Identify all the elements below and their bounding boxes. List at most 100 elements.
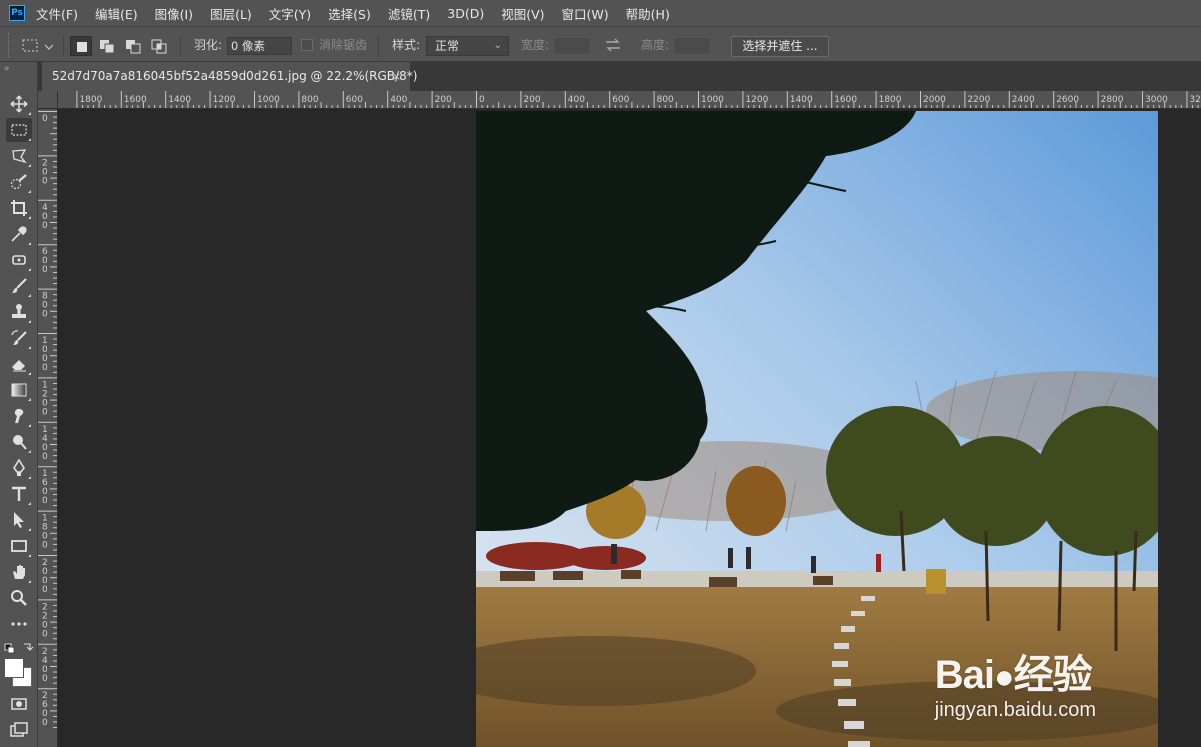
- tools-panel: »: [0, 62, 38, 747]
- ruler-label: 600: [346, 95, 363, 105]
- hand-tool-icon[interactable]: [6, 560, 32, 584]
- style-label: 样式:: [392, 38, 421, 52]
- baidu-jingyan-watermark: Bai●经验 jingyan.baidu.com: [935, 655, 1096, 723]
- pen-tool-icon[interactable]: [6, 456, 32, 480]
- quick-mask-icon[interactable]: [6, 692, 32, 716]
- park-photo: [476, 111, 1158, 747]
- menu-bar: Ps 文件(F) 编辑(E) 图像(I) 图层(L) 文字(Y) 选择(S) 滤…: [0, 0, 1201, 26]
- subtract-selection-icon: [126, 40, 141, 54]
- crop-tool-icon[interactable]: [6, 196, 32, 220]
- feather-label: 羽化:: [194, 38, 223, 52]
- ruler-label: 200: [435, 95, 452, 105]
- quick-selection-tool-icon[interactable]: [6, 170, 32, 194]
- intersect-selection-button[interactable]: [148, 36, 170, 56]
- antialias-label: 消除锯齿: [319, 38, 368, 52]
- menu-filter[interactable]: 滤镜(T): [388, 4, 430, 23]
- ruler-label: 0: [42, 541, 48, 551]
- ruler-label: 0: [42, 674, 48, 684]
- ruler-label: 0: [42, 176, 48, 186]
- horizontal-ruler-ticks: 1800 1600 1400 1200 1000 800 600 400 200 0 200 400 6…: [76, 91, 1201, 108]
- clone-stamp-tool-icon[interactable]: [6, 300, 32, 324]
- screen-mode-icon[interactable]: [6, 718, 32, 742]
- options-bar: 羽化: 0 像素 消除锯齿 样式: 正常 ⌄ 宽度: 高度: 选择并遮住 ...: [0, 26, 1201, 62]
- panel-collapse-icon[interactable]: »: [4, 64, 9, 74]
- tool-preset-picker[interactable]: [20, 36, 58, 56]
- feather-input[interactable]: 0 像素: [227, 37, 292, 55]
- add-to-selection-button[interactable]: [96, 36, 118, 56]
- ruler-label: 400: [390, 95, 407, 105]
- type-tool-icon[interactable]: [6, 482, 32, 506]
- spot-healing-brush-tool-icon[interactable]: [6, 248, 32, 272]
- path-selection-tool-icon[interactable]: [6, 508, 32, 532]
- ruler-label: 0: [42, 114, 48, 124]
- options-grip: [8, 33, 11, 57]
- swap-colors-icon: [4, 643, 34, 654]
- document-image[interactable]: Bai●经验 jingyan.baidu.com: [476, 111, 1158, 747]
- smudge-tool-icon[interactable]: [6, 404, 32, 428]
- menu-3d[interactable]: 3D(D): [447, 6, 484, 21]
- add-selection-icon: [100, 40, 115, 54]
- style-select-value: 正常: [435, 39, 460, 53]
- marquee-preset-icon: [22, 39, 54, 52]
- menu-type[interactable]: 文字(Y): [269, 4, 311, 23]
- menu-image[interactable]: 图像(I): [155, 4, 193, 23]
- watermark-brand-cn: 经验: [1013, 653, 1093, 697]
- width-label: 宽度:: [521, 38, 550, 52]
- gradient-tool-icon[interactable]: [6, 378, 32, 402]
- menu-help[interactable]: 帮助(H): [626, 4, 670, 23]
- menu-window[interactable]: 窗口(W): [562, 4, 609, 23]
- ruler-label: 0: [42, 265, 48, 275]
- eyedropper-tool-icon[interactable]: [6, 222, 32, 246]
- document-tab[interactable]: 52d7d70a7a816045bf52a4859d0d261.jpg @ 22…: [42, 62, 417, 91]
- menu-select[interactable]: 选择(S): [328, 4, 371, 23]
- paw-logo-icon: ●: [994, 658, 1015, 696]
- ruler-label: 600: [612, 95, 629, 105]
- style-select[interactable]: 正常 ⌄: [426, 36, 509, 56]
- select-and-mask-button[interactable]: 选择并遮住 ...: [731, 36, 829, 57]
- ruler-label: 0: [42, 452, 48, 462]
- width-input[interactable]: [553, 37, 591, 55]
- document-canvas[interactable]: Bai●经验 jingyan.baidu.com: [58, 109, 1201, 747]
- chevron-down-icon: ⌄: [493, 40, 502, 51]
- vertical-ruler[interactable]: 0200400600800100012001400160018002000220…: [38, 109, 58, 747]
- swap-width-height-icon[interactable]: [603, 37, 623, 53]
- document-tab-bar: 52d7d70a7a816045bf52a4859d0d261.jpg @ 22…: [38, 62, 1201, 91]
- vertical-ruler-ticks: 0200400600800100012001400160018002000220…: [38, 111, 57, 728]
- ruler-label: 200: [523, 95, 540, 105]
- subtract-from-selection-button[interactable]: [122, 36, 144, 56]
- eraser-tool-icon[interactable]: [6, 352, 32, 376]
- menu-layer[interactable]: 图层(L): [210, 4, 252, 23]
- default-colors-and-swap[interactable]: [4, 642, 34, 654]
- height-input[interactable]: [673, 37, 711, 55]
- zoom-tool-icon[interactable]: [6, 586, 32, 610]
- more-tools-icon[interactable]: [6, 612, 32, 636]
- brush-tool-icon[interactable]: [6, 274, 32, 298]
- ruler-label: 0: [42, 221, 48, 231]
- foreground-color-swatch[interactable]: [4, 658, 24, 678]
- divider: [63, 35, 64, 57]
- new-selection-button[interactable]: [70, 36, 92, 56]
- ruler-label: 800: [301, 95, 318, 105]
- history-brush-tool-icon[interactable]: [6, 326, 32, 350]
- menu-view[interactable]: 视图(V): [501, 4, 544, 23]
- lasso-tool-icon[interactable]: [6, 144, 32, 168]
- ruler-label: 32: [1189, 95, 1200, 105]
- ruler-label: 0: [42, 496, 48, 506]
- antialias-checkbox[interactable]: [301, 39, 313, 51]
- ruler-label: 400: [568, 95, 585, 105]
- menu-file[interactable]: 文件(F): [36, 4, 78, 23]
- dodge-tool-icon[interactable]: [6, 430, 32, 454]
- horizontal-ruler[interactable]: 1800 1600 1400 1200 1000 800 600 400 200 0 200 400 6…: [58, 91, 1201, 109]
- ruler-label: 800: [657, 95, 674, 105]
- ruler-label: 0: [42, 310, 48, 320]
- rectangle-tool-icon[interactable]: [6, 534, 32, 558]
- ruler-label: 0: [42, 585, 48, 595]
- ruler-label: 0: [42, 363, 48, 373]
- move-tool-icon[interactable]: [6, 92, 32, 116]
- ruler-label: 0: [42, 718, 48, 728]
- watermark-url: jingyan.baidu.com: [934, 699, 1096, 721]
- menu-edit[interactable]: 编辑(E): [95, 4, 138, 23]
- rectangular-marquee-tool-icon[interactable]: [6, 118, 32, 142]
- close-icon[interactable]: ×: [392, 62, 401, 91]
- ruler-origin[interactable]: [38, 91, 58, 109]
